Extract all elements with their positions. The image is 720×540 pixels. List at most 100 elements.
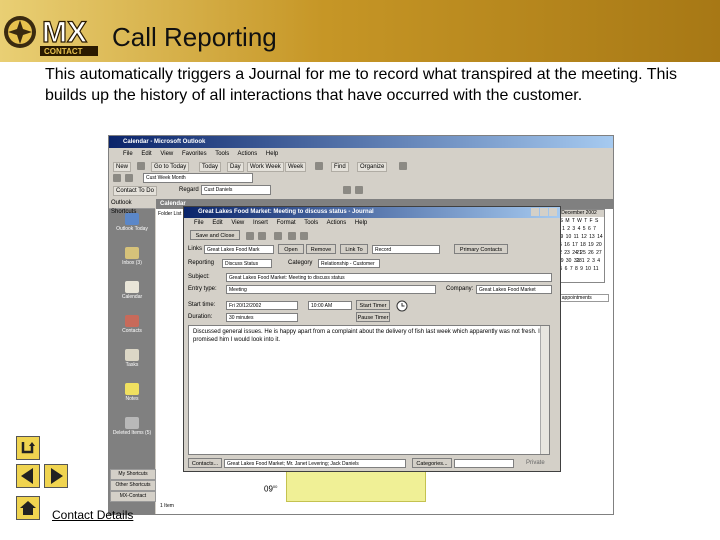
svg-text:CONTACT: CONTACT [44, 47, 83, 56]
month-icon[interactable] [315, 162, 323, 170]
remove-button[interactable]: Remove [306, 244, 336, 254]
other-shortcuts-button[interactable]: Other Shortcuts [110, 480, 156, 491]
next-slide-button[interactable] [44, 464, 68, 488]
logo-text: MX [42, 16, 87, 49]
week-button[interactable]: Week [285, 162, 307, 172]
print-icon[interactable] [246, 232, 254, 240]
previous-slide-button[interactable] [16, 464, 40, 488]
organize-button[interactable]: Organize [357, 162, 388, 172]
sidebar-item-deleted-items[interactable]: Deleted Items (5) [109, 417, 155, 436]
start-clock-field[interactable]: 10:00 AM [308, 301, 352, 310]
company-field[interactable]: Great Lakes Food Market [476, 285, 552, 294]
print-icon[interactable] [137, 162, 145, 170]
mini-calendar-week[interactable]: 15 16 17 18 19 20 21 [554, 241, 604, 256]
time-slot-label: 0900 [264, 484, 278, 494]
mini-calendar-month: December 2002 [554, 210, 604, 217]
start-date-field[interactable]: Fri 20/12/2002 [226, 301, 298, 310]
my-shortcuts-button[interactable]: My Shortcuts [110, 469, 156, 480]
mx-contact-shortcuts-button[interactable]: MX-Contact [110, 491, 156, 502]
links-field[interactable]: Great Lakes Food Mark [204, 245, 274, 254]
company-label: Company: [446, 286, 474, 292]
menu-edit[interactable]: Edit [141, 151, 151, 157]
contacts-button[interactable]: Contacts... [188, 458, 222, 468]
record-field[interactable]: Record [372, 245, 440, 254]
left-arrow-icon [21, 468, 33, 484]
journal-menu-file[interactable]: File [194, 220, 204, 226]
forward-icon[interactable] [125, 174, 133, 182]
links-label: Links [188, 246, 203, 252]
journal-menu-actions[interactable]: Actions [327, 220, 347, 226]
previous-icon[interactable] [288, 232, 296, 240]
notes-textarea[interactable]: Discussed general issues. He is happy ap… [188, 325, 550, 455]
work-week-button[interactable]: Work Week [247, 162, 284, 172]
mini-calendar-week[interactable]: 8 9 10 11 12 13 14 [554, 233, 604, 241]
subject-field[interactable]: Great Lakes Food Market: Meeting to disc… [226, 273, 552, 282]
minimize-icon[interactable] [531, 208, 539, 216]
menu-favorites[interactable]: Favorites [182, 151, 207, 157]
outlook-shortcuts-header[interactable]: Outlook Shortcuts [109, 199, 155, 215]
menu-view[interactable]: View [160, 151, 173, 157]
reporting-field[interactable]: Discuss Status [222, 259, 272, 268]
journal-menu-view[interactable]: View [231, 220, 244, 226]
journal-menu-insert[interactable]: Insert [253, 220, 268, 226]
home-button[interactable] [16, 496, 40, 520]
link-to-button[interactable]: Link To [340, 244, 368, 254]
start-timer-button[interactable]: Start Timer [356, 300, 390, 310]
today-button[interactable]: Today [199, 162, 222, 172]
menu-tools[interactable]: Tools [215, 151, 229, 157]
find-button[interactable]: Find [331, 162, 349, 172]
mini-calendar-week[interactable]: 22 23 24 25 26 27 28 [554, 249, 604, 264]
inbox-icon [125, 247, 139, 259]
mini-calendar-week[interactable]: 1 2 3 4 5 6 7 [554, 225, 604, 233]
entry-type-select[interactable]: Meeting [226, 285, 436, 294]
pause-timer-button[interactable]: Pause Timer [356, 312, 390, 322]
sidebar-item-contacts[interactable]: Contacts [109, 315, 155, 334]
close-icon[interactable] [549, 208, 557, 216]
contacts-field[interactable]: Great Lakes Food Market; Mr. Janet Lever… [224, 459, 406, 468]
day-button[interactable]: Day [227, 162, 244, 172]
folder-list-label[interactable]: Folder List [158, 211, 181, 217]
help-icon[interactable] [399, 162, 407, 170]
delete-icon[interactable] [274, 232, 282, 240]
return-button[interactable] [16, 436, 40, 460]
journal-menu-format[interactable]: Format [277, 220, 296, 226]
contact-todo-button[interactable]: Contact To Do [113, 186, 157, 196]
sidebar-item-outlook-today[interactable]: Outlook Today [109, 213, 155, 232]
start-time-label: Start time: [188, 302, 216, 308]
menu-actions[interactable]: Actions [238, 151, 258, 157]
category-field[interactable]: Relationship - Customer [318, 259, 380, 268]
mini-calendar-week[interactable]: 29 30 31 1 2 3 4 [554, 257, 604, 265]
mini-calendar-days: S M T W T F S [559, 218, 599, 224]
mx-contact-icon[interactable] [343, 186, 351, 194]
new-button[interactable]: New [113, 162, 132, 172]
categories-field[interactable] [454, 459, 514, 468]
go-to-today-button[interactable]: Go to Today [151, 162, 190, 172]
maximize-icon[interactable] [540, 208, 548, 216]
duration-field[interactable]: 30 minutes [226, 313, 298, 322]
categories-button[interactable]: Categories... [412, 458, 452, 468]
journal-menu-help[interactable]: Help [355, 220, 367, 226]
menu-help[interactable]: Help [266, 151, 278, 157]
back-icon[interactable] [113, 174, 121, 182]
save-icon[interactable] [355, 186, 363, 194]
sidebar-item-tasks[interactable]: Tasks [109, 349, 155, 368]
notes-scrollbar[interactable] [540, 326, 549, 454]
journal-menu-edit[interactable]: Edit [212, 220, 222, 226]
sidebar-item-notes[interactable]: Notes [109, 383, 155, 402]
sidebar-item-inbox[interactable]: Inbox (3) [109, 247, 155, 266]
next-icon[interactable] [300, 232, 308, 240]
mini-calendar-week[interactable]: 5 6 7 8 9 10 11 [554, 265, 604, 273]
private-checkbox-label[interactable]: Private [526, 460, 545, 466]
open-button[interactable]: Open [278, 244, 304, 254]
journal-menu-tools[interactable]: Tools [304, 220, 318, 226]
regarding-field[interactable]: Cust Daniels [201, 185, 271, 195]
contact-details-link[interactable]: Contact Details [52, 508, 133, 522]
menu-file[interactable]: File [123, 151, 133, 157]
sidebar-item-calendar[interactable]: Calendar [109, 281, 155, 300]
entry-type-label: Entry type: [188, 286, 217, 292]
address-field[interactable]: Cust Week Month [143, 173, 253, 183]
primary-contacts-button[interactable]: Primary Contacts [454, 244, 508, 254]
return-arrow-icon [21, 442, 35, 454]
attach-icon[interactable] [258, 232, 266, 240]
save-and-close-button[interactable]: Save and Close [190, 230, 240, 240]
